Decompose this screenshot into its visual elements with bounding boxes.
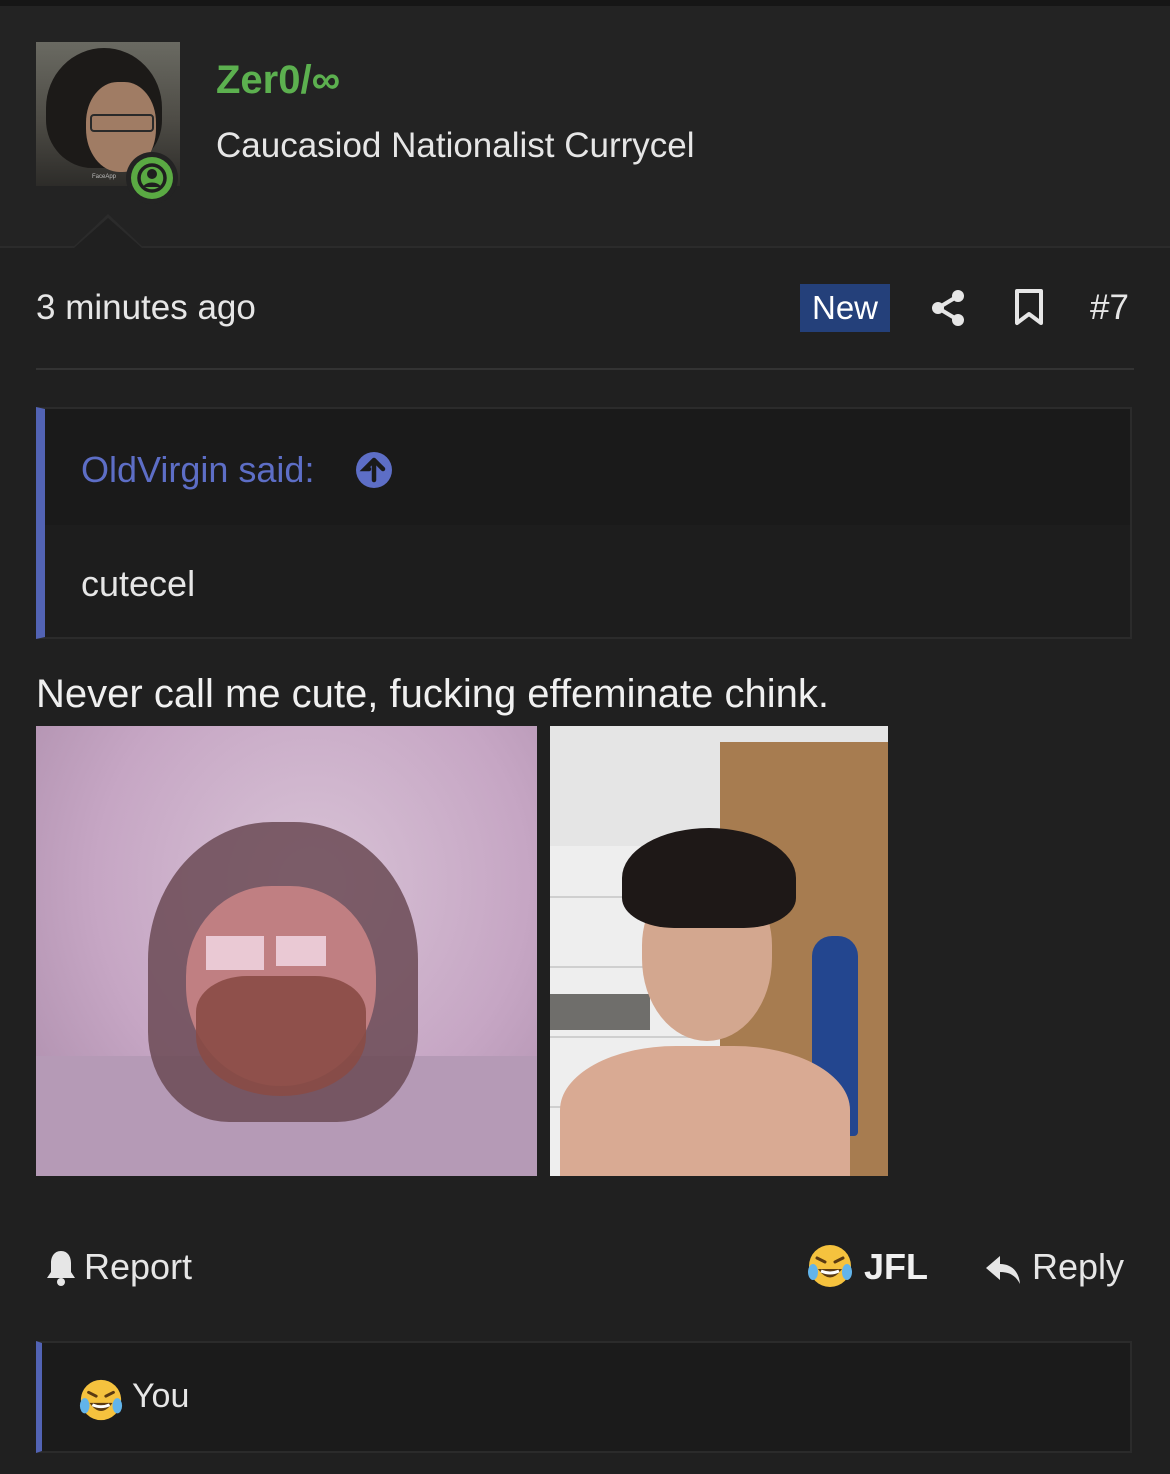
reactions-bar[interactable]: You bbox=[36, 1341, 1132, 1453]
post-timestamp[interactable]: 3 minutes ago bbox=[36, 288, 256, 328]
post-number-link[interactable]: #7 bbox=[1090, 288, 1129, 328]
attached-photo-2[interactable] bbox=[550, 726, 888, 1176]
username-link[interactable]: Zer0/∞ bbox=[216, 58, 340, 103]
jump-to-quote-icon[interactable] bbox=[355, 451, 393, 489]
new-badge: New bbox=[800, 284, 890, 332]
quote-block: OldVirgin said: cutecel bbox=[36, 407, 1132, 639]
reaction-user-list[interactable]: You bbox=[132, 1377, 189, 1416]
reply-label: Reply bbox=[1032, 1246, 1125, 1287]
report-label: Report bbox=[84, 1246, 193, 1287]
share-icon[interactable] bbox=[930, 289, 966, 327]
post-user-header: FaceApp Zer0/∞ Caucasiod Nationalist Cur… bbox=[0, 6, 1170, 248]
avatar-watermark: FaceApp bbox=[92, 174, 117, 180]
online-status-badge bbox=[126, 152, 178, 204]
quote-body: cutecel bbox=[81, 563, 196, 604]
user-title: Caucasiod Nationalist Currycel bbox=[216, 126, 695, 165]
bookmark-icon[interactable] bbox=[1013, 288, 1045, 326]
reply-arrow-icon bbox=[986, 1256, 1020, 1284]
quote-header: OldVirgin said: bbox=[45, 409, 1130, 525]
user-online-icon bbox=[137, 163, 167, 193]
laughing-crying-emoji-icon bbox=[808, 1245, 852, 1287]
attached-photo-1[interactable] bbox=[36, 726, 537, 1176]
jfl-label: JFL bbox=[864, 1246, 929, 1287]
bell-icon bbox=[47, 1251, 75, 1286]
laughing-crying-emoji-icon bbox=[79, 1379, 123, 1421]
post-message: Never call me cute, fucking effeminate c… bbox=[36, 672, 829, 716]
quote-author-link[interactable]: OldVirgin said: bbox=[81, 449, 314, 491]
divider bbox=[36, 368, 1134, 370]
jfl-reaction-button[interactable]: JFL bbox=[806, 1242, 928, 1295]
